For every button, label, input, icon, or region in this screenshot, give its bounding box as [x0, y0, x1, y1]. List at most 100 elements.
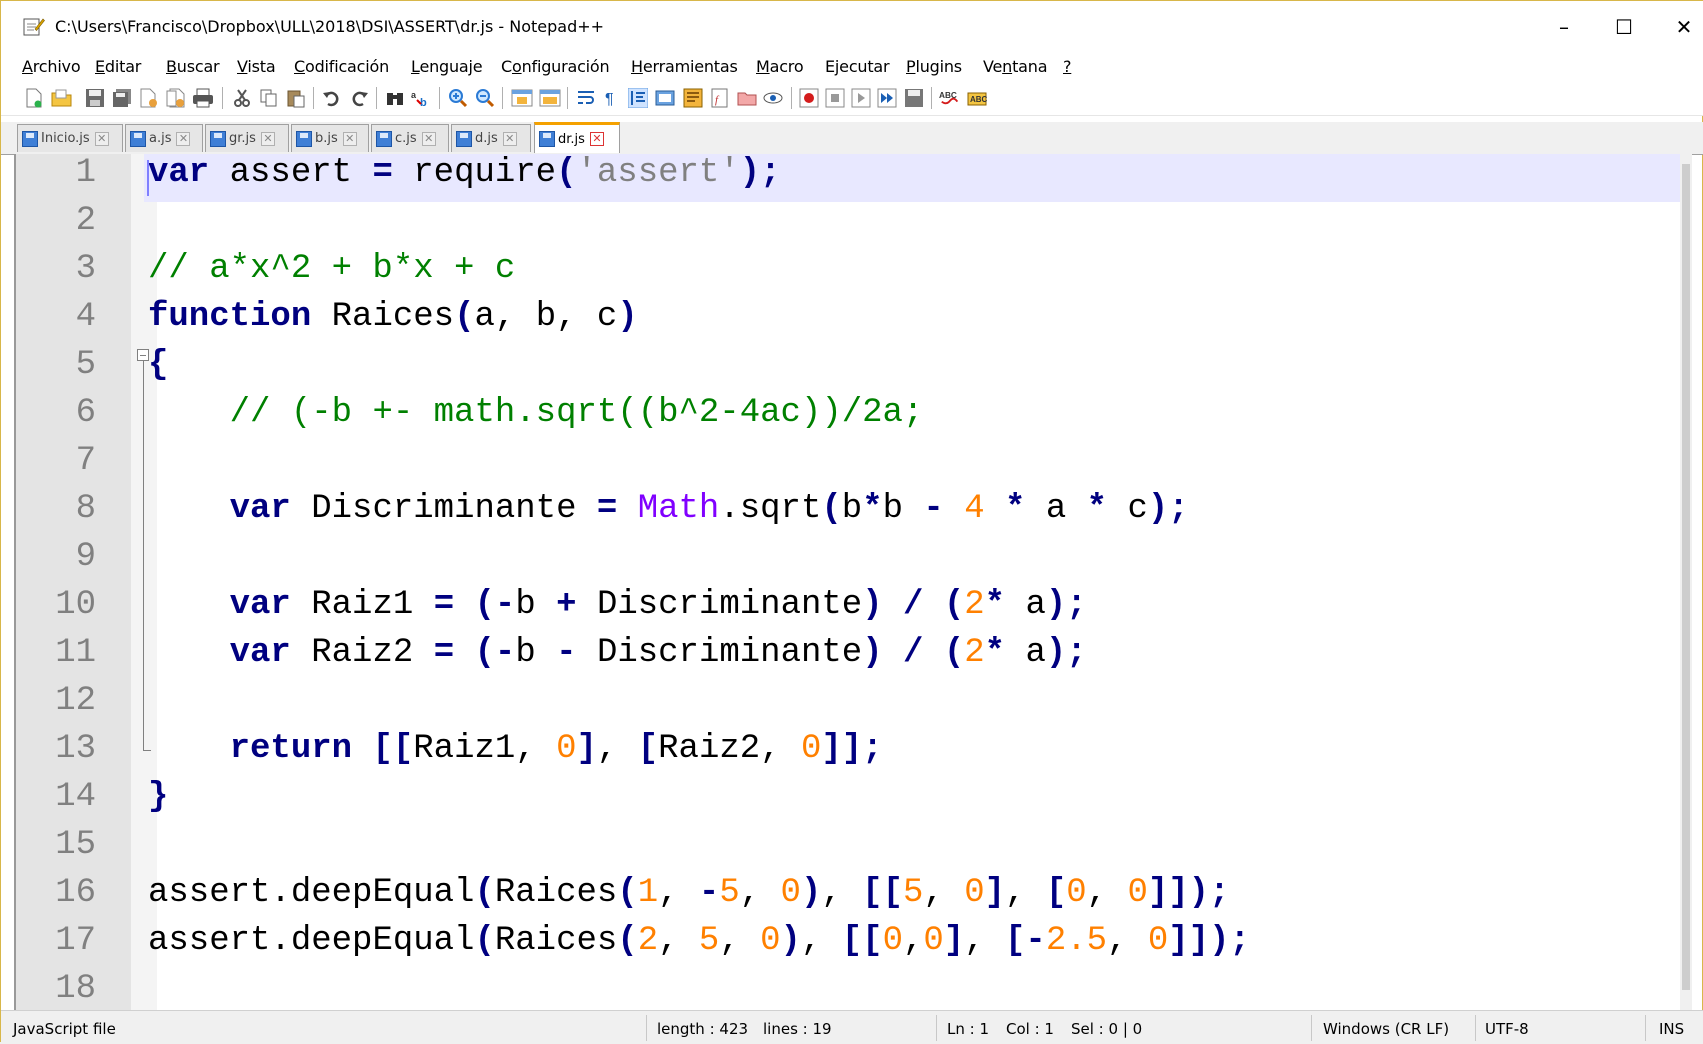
- close-button[interactable]: ✕: [1661, 9, 1703, 45]
- menu-ventana[interactable]: Ventana: [983, 57, 1048, 76]
- status-eol[interactable]: Windows (CR LF): [1323, 1020, 1449, 1038]
- file-saved-icon: [539, 131, 555, 147]
- status-bar: JavaScript file length : 423 lines : 19 …: [1, 1010, 1703, 1044]
- find-button[interactable]: [384, 87, 406, 109]
- tab-dr-js[interactable]: dr.js ✕: [534, 122, 620, 153]
- user-defined-language-button[interactable]: [654, 87, 676, 109]
- line-number: 18: [55, 970, 96, 1008]
- sync-horizontal-button[interactable]: [539, 87, 561, 109]
- new-file-button[interactable]: [23, 87, 45, 109]
- cut-button[interactable]: [231, 87, 253, 109]
- close-all-button[interactable]: [165, 87, 187, 109]
- code-line[interactable]: // (-b +- math.sqrt((b^2-4ac))/2a;: [148, 394, 924, 432]
- tab-close-icon[interactable]: ✕: [260, 131, 275, 146]
- fold-line: [143, 361, 144, 751]
- monitoring-button[interactable]: [762, 87, 784, 109]
- window-title: C:\Users\Francisco\Dropbox\ULL\2018\DSI\…: [55, 17, 605, 36]
- tab-gr-js[interactable]: gr.js ✕: [205, 124, 289, 152]
- tab-close-icon[interactable]: ✕: [589, 132, 604, 146]
- tab-c-js[interactable]: c.js ✕: [371, 124, 449, 152]
- word-wrap-icon: [578, 91, 594, 104]
- menu-macro[interactable]: Macro: [756, 57, 804, 76]
- close-all-icon: [166, 88, 185, 108]
- tab-close-icon[interactable]: ✕: [342, 131, 357, 146]
- tab-close-icon[interactable]: ✕: [176, 131, 191, 146]
- tab-b-js[interactable]: b.js ✕: [291, 124, 369, 152]
- code-line[interactable]: assert.deepEqual(Raices(1, -5, 0), [[5, …: [148, 874, 1229, 912]
- tab-close-icon[interactable]: ✕: [94, 131, 109, 146]
- line-number: 1: [75, 154, 96, 192]
- zoom-in-button[interactable]: [447, 87, 469, 109]
- record-macro-button[interactable]: [798, 87, 820, 109]
- spell-check-button[interactable]: ABC: [939, 87, 961, 109]
- stop-icon: [825, 88, 845, 108]
- menu-buscar[interactable]: Buscar: [166, 57, 220, 76]
- code-line[interactable]: var Raiz1 = (-b + Discriminante) / (2* a…: [148, 586, 1087, 624]
- menu-herramientas[interactable]: Herramientas: [631, 57, 738, 76]
- file-saved-icon: [22, 130, 38, 147]
- redo-button[interactable]: [348, 87, 370, 109]
- maximize-button[interactable]: ☐: [1601, 9, 1647, 45]
- zoom-out-button[interactable]: [474, 87, 496, 109]
- run-macro-multiple-button[interactable]: [876, 87, 898, 109]
- code-line[interactable]: var assert = require('assert');: [148, 154, 781, 192]
- menu-codificacion[interactable]: Codificación: [294, 57, 389, 76]
- tab-a-js[interactable]: a.js ✕: [125, 124, 203, 152]
- title-bar[interactable]: C:\Users\Francisco\Dropbox\ULL\2018\DSI\…: [1, 1, 1703, 53]
- status-encoding[interactable]: UTF-8: [1485, 1020, 1529, 1038]
- tab-close-icon[interactable]: ✕: [502, 131, 517, 146]
- code-editor[interactable]: 1 2 3 4 5 6 7 8 9 10 11 12 13 14 15 16 1…: [14, 154, 1692, 1010]
- print-button[interactable]: [192, 87, 214, 109]
- status-insert-mode[interactable]: INS: [1659, 1020, 1684, 1038]
- status-separator: [936, 1015, 937, 1041]
- sync-vertical-button[interactable]: [511, 87, 533, 109]
- copy-button[interactable]: [258, 87, 280, 109]
- code-line[interactable]: // a*x^2 + b*x + c: [148, 250, 515, 288]
- line-number: 15: [55, 826, 96, 864]
- spell-check-options-button[interactable]: ABC: [967, 87, 989, 109]
- close-file-icon: [140, 88, 157, 108]
- tab-d-js[interactable]: d.js ✕: [451, 124, 531, 152]
- line-number: 4: [75, 298, 96, 336]
- minimize-button[interactable]: –: [1541, 9, 1587, 45]
- open-file-button[interactable]: [51, 87, 73, 109]
- menu-vista[interactable]: Vista: [237, 57, 276, 76]
- menu-archivo[interactable]: Archivo: [22, 57, 81, 76]
- menu-lenguaje[interactable]: Lenguaje: [411, 57, 483, 76]
- function-list-button[interactable]: f: [709, 87, 731, 109]
- play-macro-button[interactable]: [850, 87, 872, 109]
- scrollbar-thumb[interactable]: [1682, 164, 1690, 990]
- show-all-chars-button[interactable]: ¶: [601, 87, 623, 109]
- vertical-scrollbar[interactable]: [1680, 154, 1692, 1010]
- folder-as-workspace-button[interactable]: [736, 87, 758, 109]
- code-line[interactable]: function Raices(a, b, c): [148, 298, 638, 336]
- code-line[interactable]: var Raiz2 = (-b - Discriminante) / (2* a…: [148, 634, 1087, 672]
- line-number: 3: [75, 250, 96, 288]
- menu-plugins[interactable]: Plugins: [906, 57, 962, 76]
- undo-button[interactable]: [321, 87, 343, 109]
- stop-macro-button[interactable]: [824, 87, 846, 109]
- status-ln: Ln : 1: [947, 1020, 989, 1038]
- save-button[interactable]: [84, 87, 106, 109]
- close-file-button[interactable]: [138, 87, 160, 109]
- replace-button[interactable]: ab: [411, 87, 433, 109]
- menu-ejecutar[interactable]: Ejecutar: [825, 57, 890, 76]
- text-caret: [147, 160, 149, 196]
- code-line[interactable]: return [[Raiz1, 0], [Raiz2, 0]];: [148, 730, 883, 768]
- save-macro-button[interactable]: [903, 87, 925, 109]
- document-map-button[interactable]: [682, 87, 704, 109]
- word-wrap-button[interactable]: [575, 87, 597, 109]
- sync-horizontal-icon: [539, 89, 561, 107]
- paste-button[interactable]: [285, 87, 307, 109]
- code-line[interactable]: }: [148, 778, 168, 816]
- menu-help[interactable]: ?: [1063, 57, 1072, 76]
- tab-inicio-js[interactable]: Inicio.js ✕: [17, 124, 123, 152]
- code-line[interactable]: assert.deepEqual(Raices(2, 5, 0), [[0,0]…: [148, 922, 1250, 960]
- code-line[interactable]: var Discriminante = Math.sqrt(b*b - 4 * …: [148, 490, 1189, 528]
- menu-editar[interactable]: Editar: [95, 57, 141, 76]
- indent-guide-button[interactable]: [627, 87, 649, 109]
- code-line[interactable]: {: [148, 346, 168, 384]
- save-all-button[interactable]: [111, 87, 133, 109]
- menu-configuracion[interactable]: Configuración: [501, 57, 610, 76]
- tab-close-icon[interactable]: ✕: [421, 131, 436, 146]
